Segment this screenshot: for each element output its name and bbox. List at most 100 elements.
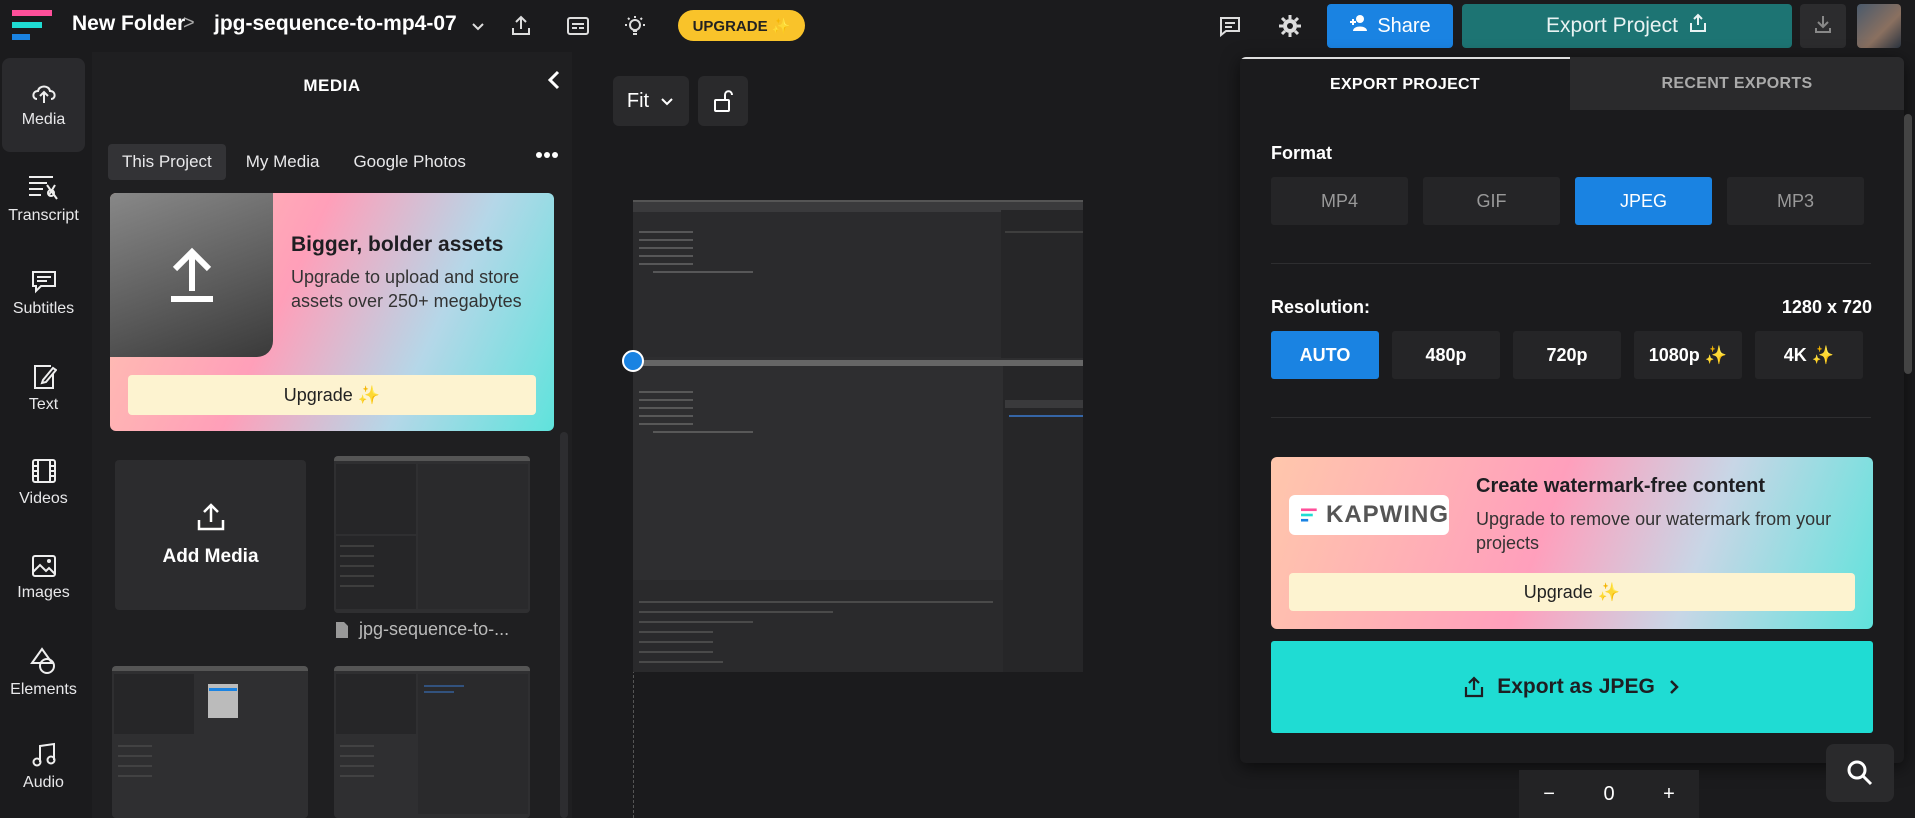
upload-icon bbox=[197, 503, 224, 531]
export-upload-icon bbox=[1688, 13, 1708, 39]
breadcrumb-separator: > bbox=[183, 12, 195, 34]
media-scrollbar[interactable] bbox=[560, 432, 568, 818]
kapwing-logo-icon bbox=[1301, 508, 1317, 522]
resolution-value: 1280 x 720 bbox=[1781, 297, 1872, 317]
timeline-zoom-control: − 0 + bbox=[1519, 770, 1699, 818]
export-panel: EXPORT PROJECT RECENT EXPORTS Format MP4… bbox=[1240, 57, 1904, 763]
format-mp4-button[interactable]: MP4 bbox=[1271, 177, 1408, 225]
nav-label: Subtitles bbox=[12, 300, 75, 317]
more-options-icon[interactable] bbox=[532, 140, 562, 170]
unlock-icon bbox=[714, 90, 733, 112]
watermark-logo-text: KAPWING bbox=[1326, 501, 1449, 528]
resize-handle[interactable] bbox=[622, 350, 644, 372]
export-as-jpeg-button[interactable]: Export as JPEG bbox=[1271, 641, 1873, 733]
export-upload-icon bbox=[1465, 676, 1484, 698]
promo-upgrade-button[interactable]: Upgrade ✨ bbox=[128, 375, 536, 415]
format-gif-button[interactable]: GIF bbox=[1423, 177, 1560, 225]
image-icon bbox=[31, 555, 56, 577]
nav-label: Text bbox=[28, 396, 59, 413]
upgrade-promo-card: Bigger, bolder assets Upgrade to upload … bbox=[110, 193, 554, 431]
export-as-jpeg-label: Export as JPEG bbox=[1497, 675, 1655, 698]
comments-icon[interactable] bbox=[1216, 12, 1244, 40]
nav-item-media[interactable]: Media bbox=[2, 58, 85, 152]
thumbnail-filename: jpg-sequence-to-... bbox=[335, 619, 509, 640]
resolution-1080p-button[interactable]: 1080p ✨ bbox=[1634, 331, 1742, 379]
chevron-right-icon bbox=[1669, 680, 1679, 694]
search-icon bbox=[1847, 760, 1873, 786]
upload-cloud-icon bbox=[31, 85, 56, 103]
zoom-out-button[interactable]: − bbox=[1543, 783, 1555, 806]
add-media-button[interactable]: Add Media bbox=[115, 460, 306, 610]
tab-export-project[interactable]: EXPORT PROJECT bbox=[1240, 57, 1570, 110]
promo-title: Bigger, bolder assets bbox=[291, 233, 504, 256]
resolution-auto-button[interactable]: AUTO bbox=[1271, 331, 1379, 379]
kapwing-logo-icon[interactable] bbox=[12, 10, 56, 40]
nav-item-audio[interactable]: Audio bbox=[2, 720, 85, 814]
nav-item-videos[interactable]: Videos bbox=[2, 436, 85, 530]
upgrade-pill-button[interactable]: UPGRADE ✨ bbox=[678, 10, 805, 41]
media-thumbnail[interactable] bbox=[334, 456, 530, 613]
fit-label: Fit bbox=[626, 89, 650, 112]
lightbulb-icon[interactable] bbox=[621, 12, 649, 40]
nav-label: Videos bbox=[19, 490, 68, 507]
divider bbox=[1271, 417, 1871, 418]
nav-item-text[interactable]: Text bbox=[2, 342, 85, 436]
nav-label: Transcript bbox=[8, 207, 79, 224]
gear-icon[interactable] bbox=[1276, 12, 1304, 40]
share-label: Share bbox=[1377, 14, 1431, 37]
download-button[interactable] bbox=[1800, 4, 1846, 48]
media-tabs: This Project My Media Google Photos bbox=[108, 144, 480, 180]
upload-arrow-icon bbox=[170, 247, 213, 302]
document-icon bbox=[336, 621, 348, 638]
share-button[interactable]: Share bbox=[1327, 4, 1453, 48]
nav-item-subtitles[interactable]: Subtitles bbox=[2, 247, 85, 341]
subtitles-icon bbox=[31, 271, 56, 294]
avatar[interactable] bbox=[1857, 4, 1901, 48]
watermark-title: Create watermark-free content bbox=[1476, 475, 1765, 497]
watermark-upgrade-card: KAPWING Create watermark-free content Up… bbox=[1271, 457, 1873, 629]
format-mp3-button[interactable]: MP3 bbox=[1727, 177, 1864, 225]
nav-label: Elements bbox=[10, 681, 77, 698]
watermark-upgrade-button[interactable]: Upgrade ✨ bbox=[1289, 573, 1855, 611]
aspect-lock-button[interactable] bbox=[698, 76, 748, 126]
nav-item-transcript[interactable]: Transcript bbox=[2, 152, 85, 246]
add-person-icon bbox=[1349, 14, 1369, 38]
zoom-in-button[interactable]: + bbox=[1663, 783, 1675, 806]
nav-label: Media bbox=[21, 111, 66, 128]
video-preview-frame[interactable] bbox=[633, 200, 1083, 672]
format-label: Format bbox=[1271, 143, 1333, 163]
chevron-down-icon[interactable] bbox=[464, 12, 492, 40]
export-project-label: Export Project bbox=[1546, 14, 1678, 37]
kapwing-watermark-logo: KAPWING bbox=[1289, 495, 1449, 535]
subtitles-toggle-icon[interactable] bbox=[564, 12, 592, 40]
share-upload-icon[interactable] bbox=[507, 12, 535, 40]
chevron-down-icon bbox=[661, 98, 673, 106]
export-panel-scrollbar[interactable] bbox=[1904, 114, 1912, 374]
resolution-480p-button[interactable]: 480p bbox=[1392, 331, 1500, 379]
resolution-720p-button[interactable]: 720p bbox=[1513, 331, 1621, 379]
add-media-label: Add Media bbox=[162, 546, 259, 567]
resolution-4k-button[interactable]: 4K ✨ bbox=[1755, 331, 1863, 379]
nav-item-images[interactable]: Images bbox=[2, 531, 85, 625]
tab-recent-exports[interactable]: RECENT EXPORTS bbox=[1570, 57, 1904, 110]
nav-item-elements[interactable]: Elements bbox=[2, 626, 85, 720]
promo-photo bbox=[110, 193, 273, 357]
zoom-fit-dropdown[interactable]: Fit bbox=[613, 76, 689, 126]
film-icon bbox=[31, 459, 56, 483]
tab-my-media[interactable]: My Media bbox=[232, 144, 334, 180]
media-thumbnail[interactable] bbox=[112, 666, 308, 818]
promo-body: Upgrade to upload and store assets over … bbox=[291, 267, 522, 311]
media-thumbnail[interactable] bbox=[334, 666, 530, 818]
project-title[interactable]: jpg-sequence-to-mp4-07 bbox=[214, 12, 457, 36]
export-project-button[interactable]: Export Project bbox=[1462, 4, 1792, 48]
breadcrumb-folder[interactable]: New Folder bbox=[72, 12, 185, 36]
text-edit-icon bbox=[33, 365, 57, 389]
chevron-left-icon[interactable] bbox=[540, 66, 568, 94]
tab-google-photos[interactable]: Google Photos bbox=[339, 144, 479, 180]
search-button[interactable] bbox=[1826, 744, 1894, 802]
music-note-icon bbox=[32, 742, 55, 767]
nav-label: Audio bbox=[23, 774, 64, 791]
tab-this-project[interactable]: This Project bbox=[108, 144, 226, 180]
watermark-body: Upgrade to remove our watermark from you… bbox=[1476, 509, 1832, 553]
format-jpeg-button[interactable]: JPEG bbox=[1575, 177, 1712, 225]
